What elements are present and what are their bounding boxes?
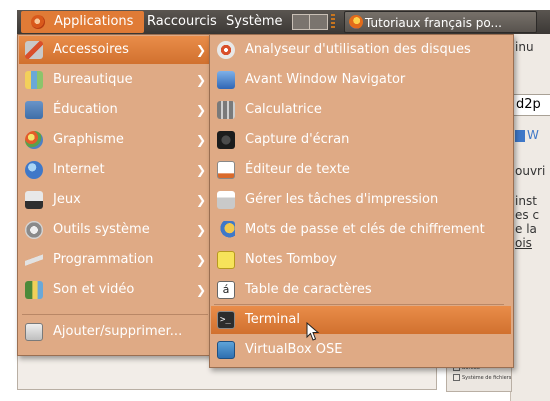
add-remove-icon [25, 323, 43, 341]
menu-item-outils-systeme[interactable]: Outils système ❯ [19, 216, 212, 244]
menu-item-label: Bureautique [53, 72, 133, 87]
submenu-item-label: Table de caractères [245, 282, 372, 297]
bg-text-w: W [527, 128, 539, 142]
submenu-item-label: Capture d'écran [245, 132, 350, 147]
submenu-item-label: Notes Tomboy [245, 252, 337, 267]
menu-item-label: Internet [53, 162, 105, 177]
disk-usage-icon [217, 41, 235, 59]
submenu-item-virtualbox-ose[interactable]: VirtualBox OSE [211, 336, 511, 364]
sound-video-icon [25, 281, 43, 299]
mouse-pointer-icon [306, 322, 320, 341]
submenu-item-label: Avant Window Navigator [245, 72, 406, 87]
applications-label: Applications [54, 14, 134, 29]
menu-item-programmation[interactable]: Programmation ❯ [19, 246, 212, 274]
firefox-icon [349, 15, 363, 29]
games-icon [25, 191, 43, 209]
taskbar-window-title: Tutoriaux français po... [365, 16, 502, 30]
chevron-right-icon: ❯ [195, 103, 206, 117]
submenu-item-gerer-les-taches-d-impression[interactable]: Gérer les tâches d'impression [211, 186, 511, 214]
graphics-icon [25, 131, 43, 149]
menu-item-label: Outils système [53, 222, 150, 237]
printer-icon [217, 191, 235, 209]
bg-url-field[interactable]: d2p [513, 94, 550, 116]
menu-item-education[interactable]: Éducation ❯ [19, 96, 212, 124]
system-tools-icon [25, 221, 43, 239]
submenu-item-label: Analyseur d'utilisation des disques [245, 42, 471, 57]
menu-item-accessoires[interactable]: Accessoires ❯ [19, 36, 212, 64]
panel-grip-handle[interactable] [331, 14, 335, 30]
chevron-right-icon: ❯ [195, 73, 206, 87]
menu-item-label: Graphisme [53, 132, 124, 147]
bg-tab-icon [515, 130, 525, 142]
chevron-right-icon: ❯ [195, 223, 206, 237]
virtualbox-icon [217, 341, 235, 359]
menu-item-ajouter-supprimer[interactable]: Ajouter/supprimer... [19, 318, 212, 346]
submenu-item-label: Éditeur de texte [245, 162, 350, 177]
chevron-right-icon: ❯ [195, 43, 206, 57]
menu-item-internet[interactable]: Internet ❯ [19, 156, 212, 184]
submenu-item-table-de-caracteres[interactable]: á Table de caractères [211, 276, 511, 304]
menu-item-label: Accessoires [53, 42, 129, 57]
applications-menu[interactable]: Applications [21, 11, 144, 33]
systeme-menu[interactable]: Système [222, 11, 286, 33]
submenu-item-label: Terminal [245, 312, 300, 327]
files-item-systeme[interactable]: Système de fichiers [453, 374, 511, 381]
submenu-item-calculatrice[interactable]: Calculatrice [211, 96, 511, 124]
tomboy-icon [217, 251, 235, 269]
submenu-item-editeur-de-texte[interactable]: Éditeur de texte [211, 156, 511, 184]
text-editor-icon [217, 161, 235, 179]
menu-item-label: Son et vidéo [53, 282, 135, 297]
submenu-item-notes-tomboy[interactable]: Notes Tomboy [211, 246, 511, 274]
menu-item-bureautique[interactable]: Bureautique ❯ [19, 66, 212, 94]
bg-text-ouvri: ouvri [515, 164, 546, 178]
submenu-item-avant-window-navigator[interactable]: Avant Window Navigator [211, 66, 511, 94]
chevron-right-icon: ❯ [195, 253, 206, 267]
bg-link-ois[interactable]: ois [515, 236, 532, 250]
browser-window-behind: inu d2p W ouvri inst es c e la ois [510, 34, 550, 401]
calculator-icon [217, 101, 235, 119]
submenu-item-mots-de-passe-et-cles-de-chiffrement[interactable]: Mots de passe et clés de chiffrement [211, 216, 511, 244]
bg-text-es: es c [515, 208, 540, 222]
bg-text-inu: inu [515, 40, 534, 54]
submenu-item-label: Gérer les tâches d'impression [245, 192, 439, 207]
internet-icon [25, 161, 43, 179]
ubuntu-logo-icon [31, 15, 45, 29]
chevron-right-icon: ❯ [195, 193, 206, 207]
menu-item-label: Éducation [53, 102, 118, 117]
menu-item-jeux[interactable]: Jeux ❯ [19, 186, 212, 214]
menu-item-label: Programmation [53, 252, 154, 267]
menu-separator [214, 304, 504, 305]
chevron-right-icon: ❯ [195, 163, 206, 177]
top-panel: Applications Raccourcis Système Tutoriau… [17, 10, 550, 34]
submenu-item-capture-d-ecran[interactable]: Capture d'écran [211, 126, 511, 154]
accessoires-submenu: Analyseur d'utilisation des disques Avant… [209, 34, 514, 368]
workspace-switcher[interactable] [292, 14, 328, 30]
submenu-item-analyseur-d-utilisation-des-disques[interactable]: Analyseur d'utilisation des disques [211, 36, 511, 64]
submenu-item-terminal[interactable]: >_ Terminal [211, 306, 511, 334]
charmap-icon: á [217, 281, 235, 299]
menu-item-graphisme[interactable]: Graphisme ❯ [19, 126, 212, 154]
raccourcis-menu[interactable]: Raccourcis [143, 11, 221, 33]
keys-icon [217, 221, 235, 239]
programming-icon [25, 251, 43, 269]
chevron-right-icon: ❯ [195, 133, 206, 147]
education-icon [25, 101, 43, 119]
office-icon [25, 71, 43, 89]
menu-item-label: Ajouter/supprimer... [53, 324, 183, 339]
submenu-item-label: Calculatrice [245, 102, 322, 117]
menu-item-label: Jeux [53, 192, 81, 207]
menu-separator [22, 314, 208, 315]
chevron-right-icon: ❯ [195, 283, 206, 297]
accessories-icon [25, 41, 43, 59]
menu-item-son-et-video[interactable]: Son et vidéo ❯ [19, 276, 212, 304]
bg-text-inst: inst [515, 194, 537, 208]
camera-icon [217, 131, 235, 149]
awn-icon [217, 71, 235, 89]
submenu-item-label: VirtualBox OSE [245, 342, 343, 357]
applications-dropdown: Accessoires ❯ Bureautique ❯ Éducation ❯ Graphi… [17, 34, 215, 356]
bg-text-del: e la [515, 222, 537, 236]
terminal-icon: >_ [217, 311, 235, 329]
taskbar-window-button[interactable]: Tutoriaux français po... [344, 11, 537, 33]
submenu-item-label: Mots de passe et clés de chiffrement [245, 222, 485, 237]
